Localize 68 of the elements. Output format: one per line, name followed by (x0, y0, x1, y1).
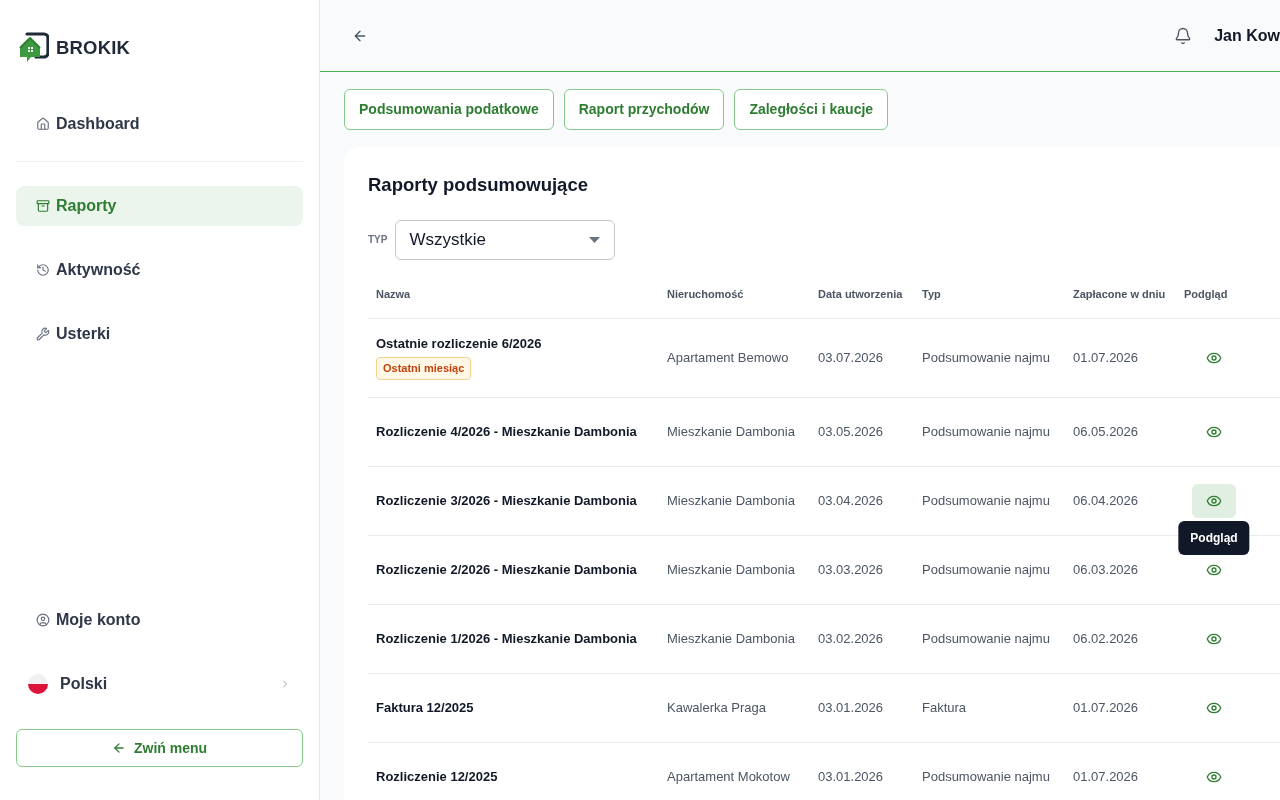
collapse-menu-button[interactable]: Zwiń menu (16, 729, 303, 767)
bell-icon (1174, 26, 1193, 45)
table-cell-text: 01.07.2026 (1072, 349, 1140, 367)
archive-icon (36, 199, 50, 213)
report-tab-button[interactable]: Zaległości i kaucje (734, 89, 889, 130)
table-cell-text: 03.01.2026 (817, 699, 885, 717)
report-name: Rozliczenie 12/2025 (376, 768, 498, 785)
table-cell-text: Podsumowanie najmu (921, 768, 1051, 786)
table-cell-text: Kawalerka Praga (666, 699, 767, 717)
table-cell-text: 03.04.2026 (817, 492, 885, 510)
report-tab-button[interactable]: Raport przychodów (563, 89, 725, 130)
report-name: Ostatnie rozliczenie 6/2026 (376, 335, 542, 352)
nav-item[interactable]: Aktywność (16, 250, 303, 290)
column-header: Podgląd (1183, 287, 1229, 302)
table-cell-text: Mieszkanie Dambonia (666, 492, 796, 510)
table-cell-text: Podsumowanie najmu (921, 492, 1051, 510)
column-header: Nieruchomość (666, 287, 745, 302)
table-cell-text: Podsumowanie najmu (921, 423, 1051, 441)
table-cell-text: 06.02.2026 (1072, 630, 1140, 648)
account-link[interactable]: Moje konto (16, 600, 303, 640)
language-button[interactable]: Polski (16, 664, 303, 704)
user-circle-icon (36, 613, 50, 627)
nav-item[interactable]: Usterki (16, 314, 303, 354)
arrow-left-icon (111, 741, 126, 755)
table-cell-text: Mieszkanie Dambonia (666, 630, 796, 648)
report-tab-button[interactable]: Podsumowania podatkowe (344, 89, 554, 130)
caret-icon (589, 236, 601, 243)
logo-icon (18, 32, 49, 63)
tooltip: Podgląd (1178, 520, 1250, 555)
report-name: Rozliczenie 4/2026 - Mieszkanie Dambonia (376, 423, 637, 440)
table-cell-text: 01.07.2026 (1072, 768, 1140, 786)
report-name: Rozliczenie 3/2026 - Mieszkanie Dambonia (376, 492, 637, 509)
nav-item[interactable]: Raporty (16, 186, 303, 226)
type-select[interactable]: Wszystkie (395, 219, 616, 260)
table-cell-text: 03.01.2026 (817, 768, 885, 786)
table-cell-text: 03.03.2026 (817, 561, 885, 579)
table-cell-text: Mieszkanie Dambonia (666, 423, 796, 441)
table-cell-text: 03.02.2026 (817, 630, 885, 648)
table-cell-text: Podsumowanie najmu (921, 349, 1051, 367)
table-cell-text: 06.03.2026 (1072, 561, 1140, 579)
report-name: Rozliczenie 1/2026 - Mieszkanie Dambonia (376, 630, 637, 647)
filter-label: TYP (368, 233, 388, 248)
table-cell-text: Faktura (921, 699, 968, 717)
table-cell-text: Mieszkanie Dambonia (666, 561, 796, 579)
table-cell-text: Apartament Bemowo (666, 349, 790, 367)
column-header: Nazwa (375, 287, 412, 302)
column-header: Data utworzenia (817, 287, 904, 302)
report-name: Faktura 12/2025 (376, 699, 474, 716)
table-cell-text: 01.07.2026 (1072, 699, 1140, 717)
flag-icon (28, 674, 48, 694)
table-cell-text: 03.07.2026 (817, 349, 885, 367)
table-cell-text: 03.05.2026 (817, 423, 885, 441)
nav-item[interactable]: Dashboard (16, 104, 303, 144)
wrench-icon (36, 327, 50, 341)
table-cell-text: 06.04.2026 (1072, 492, 1140, 510)
user-name: Jan Kow (1214, 25, 1280, 46)
table-cell-text: 06.05.2026 (1072, 423, 1140, 441)
card-title: Raporty podsumowujące (368, 173, 589, 197)
column-header: Zapłacone w dniu (1072, 287, 1167, 302)
column-header: Typ (921, 287, 942, 302)
report-name: Rozliczenie 2/2026 - Mieszkanie Dambonia (376, 561, 637, 578)
table-cell-text: Podsumowanie najmu (921, 561, 1051, 579)
table-cell-text: Apartament Mokotow (666, 768, 791, 786)
home-icon (36, 117, 50, 131)
history-icon (36, 263, 50, 277)
recent-badge: Ostatni miesiąc (376, 356, 472, 380)
table-cell-text: Podsumowanie najmu (921, 630, 1051, 648)
logo-text: BROKIK (56, 35, 131, 60)
